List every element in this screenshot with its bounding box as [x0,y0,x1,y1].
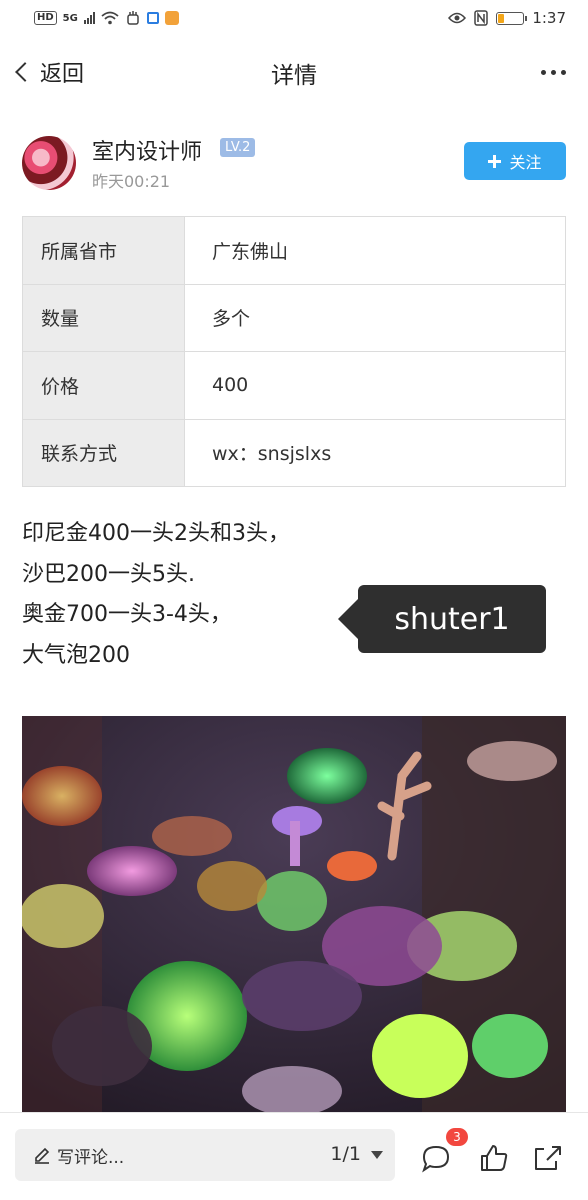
wifi-icon [101,11,119,25]
status-left: HD 5G [34,10,179,26]
bottom-toolbar: 写评论... 1/1 [0,1112,588,1200]
description-line: 奥金700一头3-4头， [22,602,232,627]
status-bar: HD 5G 1:37 [0,0,588,36]
description-line: 印尼金400一头2头和3头， [22,521,290,546]
table-key: 价格 [22,351,185,420]
page-title: 详情 [271,63,317,89]
more-dots-icon [541,70,546,75]
username-tooltip: shuter1 [338,585,546,653]
comment-bubble-icon[interactable] [420,1143,452,1173]
table-row: 数量 多个 [22,283,566,352]
thumbs-up-icon[interactable] [478,1143,510,1173]
table-row: 价格 400 [22,351,566,420]
comment-placeholder: 写评论... [57,1148,125,1168]
tooltip-text: shuter1 [394,601,510,637]
follow-button[interactable]: 关注 [464,142,566,180]
eye-icon [448,12,467,24]
hand-icon [127,11,139,25]
author-name[interactable]: 室内设计师 [92,134,202,166]
table-value: 广东佛山 [184,216,566,285]
plus-icon [488,154,502,168]
table-value[interactable]: wx：snsjslxs [184,418,566,487]
description-line: 沙巴200一头5头. [22,561,195,587]
more-options-button[interactable] [541,70,566,75]
post-time: 昨天00:21 [92,172,171,191]
table-key: 联系方式 [22,418,185,487]
avatar[interactable] [22,136,76,190]
author-header: 室内设计师 LV.2 昨天00:21 关注 [22,134,566,194]
comment-count-badge: 3 [446,1128,468,1146]
more-dot [551,70,556,75]
aquarium-photo [22,716,566,1116]
table-value: 400 [184,351,566,420]
share-icon[interactable] [532,1143,564,1173]
status-right: 1:37 [448,9,566,27]
info-table: 所属省市 广东佛山 数量 多个 价格 400 联系方式 wx：snsjslxs [22,216,566,487]
pen-icon [35,1147,50,1164]
more-dot [561,70,566,75]
page-indicator[interactable]: 1/1 [330,1143,361,1165]
post-image[interactable] [22,716,566,1116]
post-description: 印尼金400一头2头和3头， 沙巴200一头5头. 奥金700一头3-4头， 大… [22,514,342,676]
battery-icon [496,11,528,25]
app-notification-icon-2 [164,11,179,25]
hd-indicator: HD [34,11,57,25]
table-value: 多个 [184,283,566,352]
nfc-icon [474,10,489,26]
table-key: 数量 [22,283,185,352]
table-key: 所属省市 [22,216,185,285]
follow-label: 关注 [509,153,542,172]
level-badge: LV.2 [220,138,256,157]
app-notification-icon [146,12,159,24]
status-time: 1:37 [532,9,566,27]
description-line: 大气泡200 [22,642,130,668]
network-type-label: 5G [62,12,78,24]
table-row: 所属省市 广东佛山 [22,216,566,285]
table-row: 联系方式 wx：snsjslxs [22,418,566,487]
caret-down-icon[interactable] [371,1151,383,1159]
navigation-bar: 返回 详情 [0,40,588,106]
comment-input[interactable]: 写评论... 1/1 [15,1129,395,1181]
signal-icon [83,12,95,24]
